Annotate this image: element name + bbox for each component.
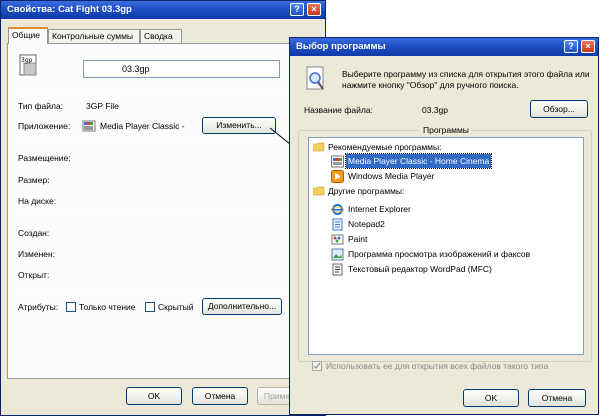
paint-icon [331, 233, 344, 246]
program-item-label: Internet Explorer [348, 204, 411, 214]
program-item-media-player-classic[interactable]: Media Player Classic - Home Cinema [309, 153, 585, 169]
notepad-icon [331, 218, 344, 231]
browse-button[interactable]: Обзор... [530, 100, 588, 118]
folder-icon [312, 142, 325, 152]
filename-value: 03.3gp [422, 105, 448, 115]
open-with-window: Выбор программы ? × Выберите программу и… [289, 37, 599, 415]
open-with-title: Выбор программы [296, 41, 386, 52]
programs-list[interactable]: Рекомендуемые программы: Media Player Cl… [308, 137, 584, 355]
program-item-label: Paint [348, 234, 368, 244]
filename-label: Название файла: [304, 105, 373, 115]
program-item-label: Текстовый редактор WordPad (MFC) [348, 264, 492, 274]
programs-group-label: Программы [420, 125, 472, 135]
ie-icon [331, 203, 344, 216]
close-title-button[interactable]: × [581, 40, 595, 53]
program-item-label: Media Player Classic - Home Cinema [344, 153, 493, 169]
program-item-label: Notepad2 [348, 219, 385, 229]
help-title-button[interactable]: ? [564, 40, 578, 53]
chooser-ok-button[interactable]: OK [463, 389, 519, 407]
always-use-label: Использовать ее для открытия всех файлов… [326, 361, 549, 371]
always-use-checkbox [312, 361, 322, 371]
description-text: Выберите программу из списка для открыти… [342, 69, 590, 90]
program-item-label: Программа просмотра изображений и факсов [348, 249, 531, 259]
image-viewer-icon [331, 248, 344, 261]
wordpad-icon [331, 263, 344, 276]
folder-icon [312, 186, 325, 196]
tab-general[interactable]: Общие [8, 27, 48, 44]
open-with-titlebar[interactable]: Выбор программы [290, 38, 598, 56]
chooser-cancel-button[interactable]: Отмена [528, 389, 586, 407]
program-item-label: Windows Media Player [348, 171, 435, 181]
film-icon [331, 155, 344, 168]
play-icon [331, 170, 344, 183]
magnifier-icon [304, 66, 328, 94]
